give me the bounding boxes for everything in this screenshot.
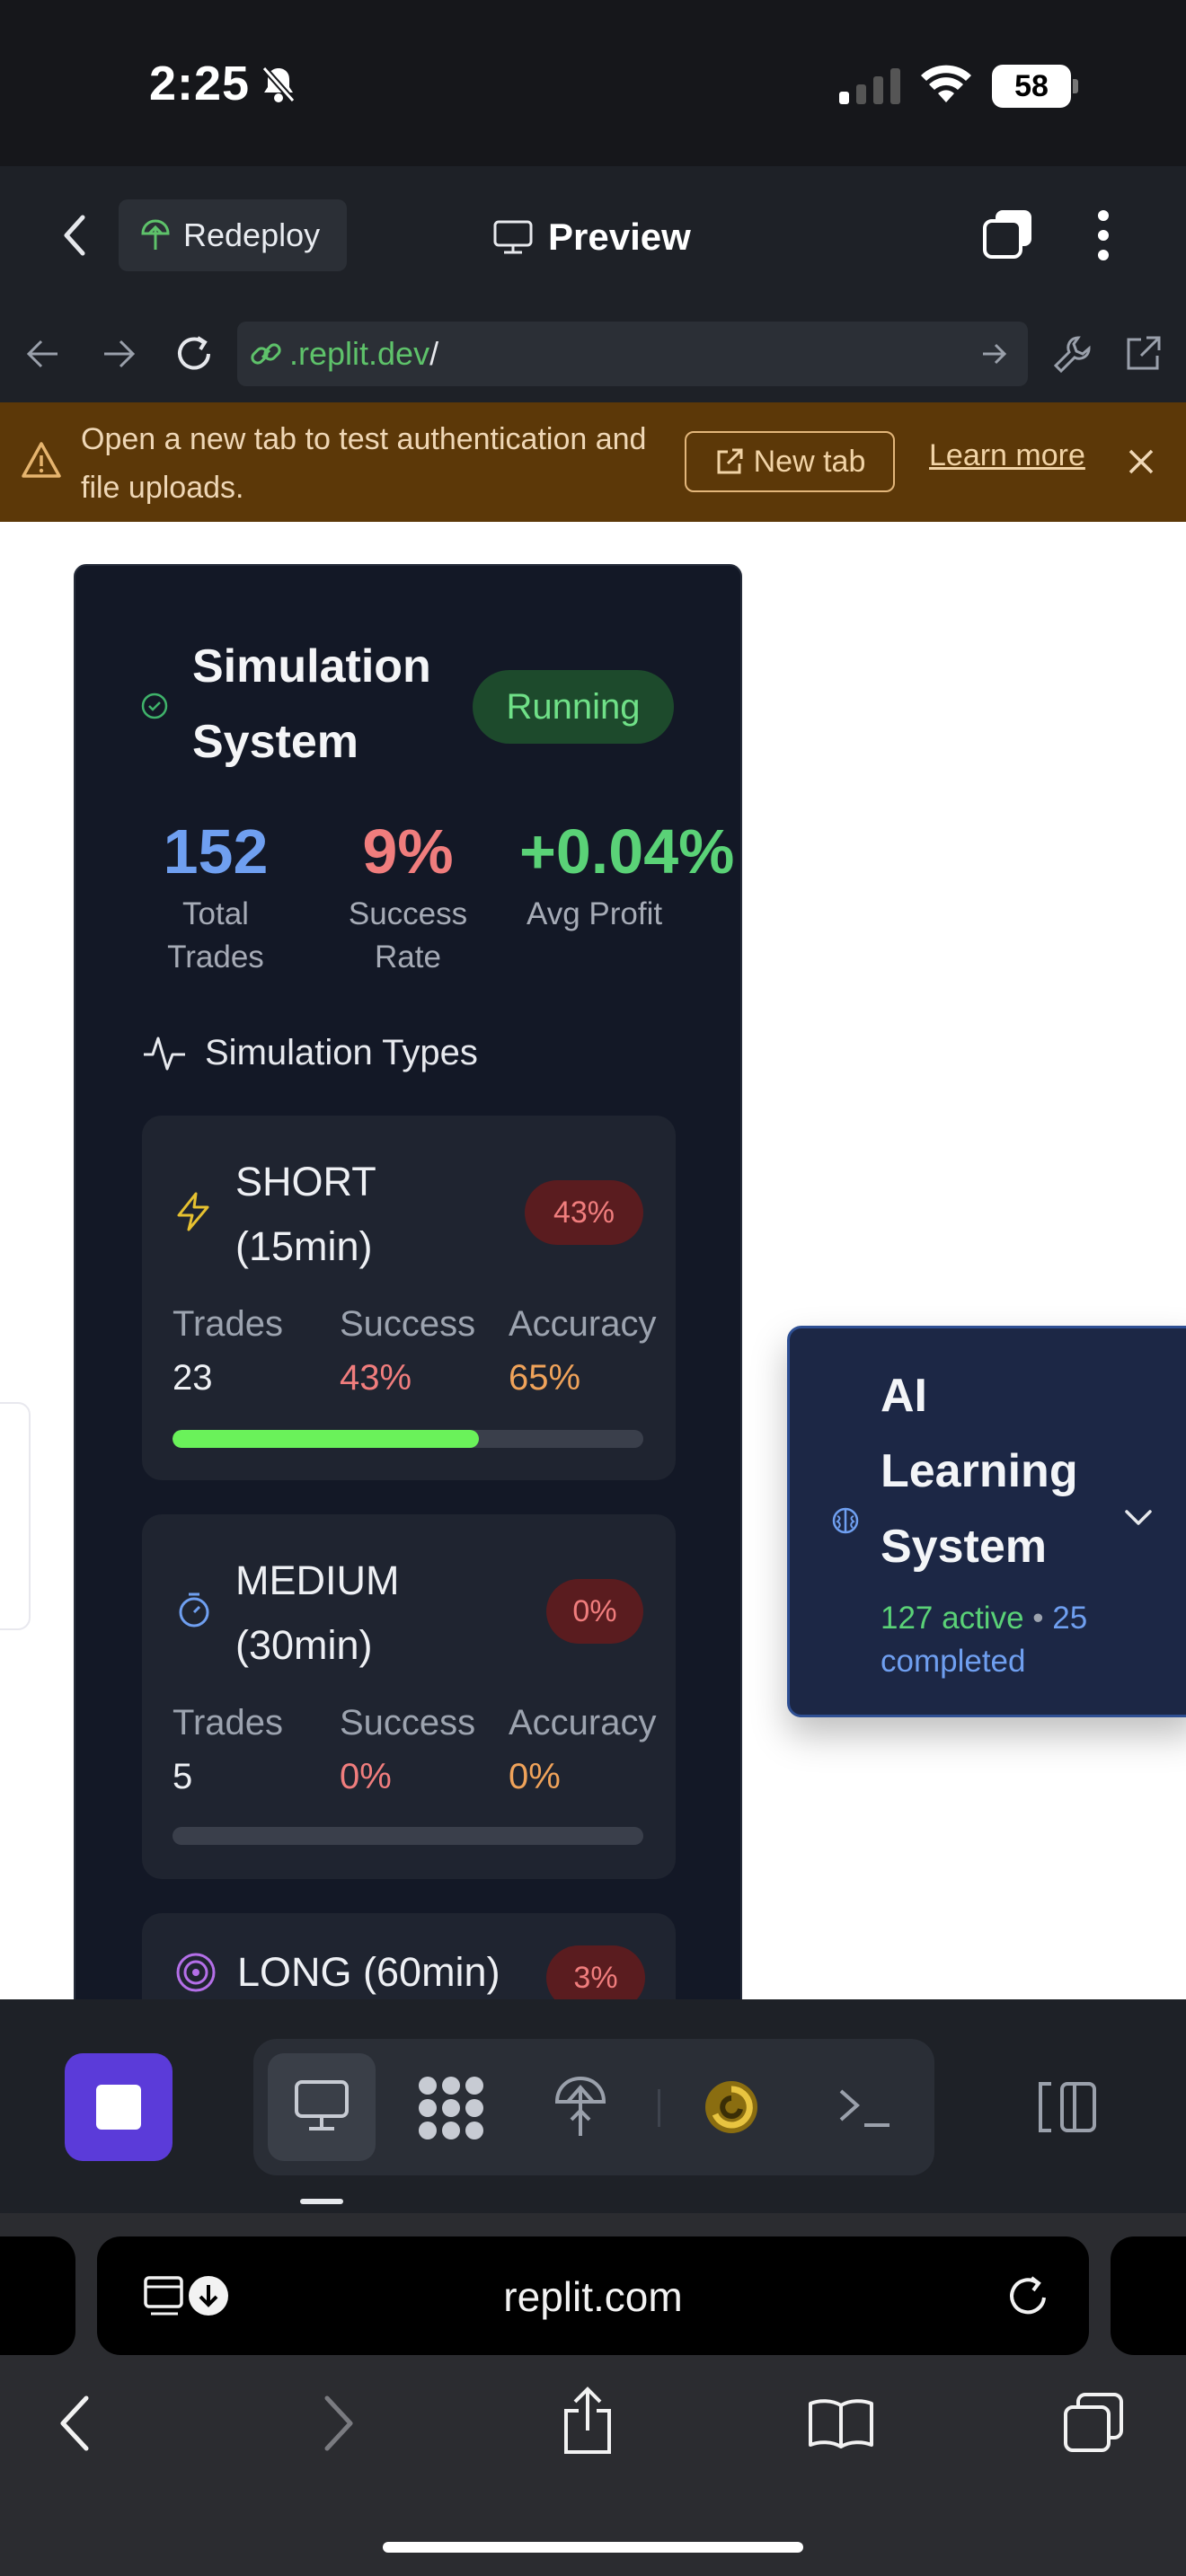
bookmarks-icon[interactable]: [807, 2396, 875, 2450]
check-circle-icon: [140, 692, 169, 720]
divider: [658, 2089, 660, 2127]
activity-icon: [142, 1033, 187, 1074]
stop-button[interactable]: [65, 2053, 173, 2161]
stat-value: 152: [163, 816, 269, 887]
offscreen-card-edge: [0, 1402, 31, 1630]
stopwatch-icon: [176, 1590, 212, 1629]
learn-more-link[interactable]: Learn more: [929, 438, 1085, 473]
url-path: /: [429, 335, 439, 372]
terminal-icon[interactable]: [836, 2084, 893, 2134]
battery-icon: 58: [992, 65, 1078, 108]
stat-label: Success Rate: [348, 896, 468, 975]
deploy-icon[interactable]: [552, 2075, 609, 2139]
banner-message: Open a new tab to test authentication an…: [81, 422, 647, 505]
success-value: 43%: [340, 1358, 412, 1398]
stat-value: +0.04%: [519, 816, 735, 887]
new-tab-label: New tab: [753, 444, 866, 479]
lightning-icon: [174, 1191, 212, 1232]
monitor-icon: [293, 2078, 350, 2134]
next-tab-peek: [1111, 2236, 1186, 2355]
safari-back-icon[interactable]: [58, 2395, 93, 2452]
home-indicator: [383, 2542, 803, 2553]
trades-value: 5: [173, 1757, 193, 1796]
prev-tab-peek: [0, 2236, 75, 2355]
stat-success-rate: 9% Success Rate: [327, 816, 489, 979]
close-banner-icon[interactable]: [1127, 447, 1155, 476]
accuracy-value: 65%: [509, 1358, 581, 1398]
target-icon: [174, 1951, 217, 1994]
progress-bar: [173, 1827, 643, 1845]
stat-total-trades: 152 Total Trades: [135, 816, 296, 979]
link-icon: [248, 336, 284, 372]
back-icon[interactable]: [58, 212, 93, 259]
type-name: LONG (60min): [237, 1949, 500, 1995]
success-value: 0%: [340, 1757, 392, 1796]
agent-icon[interactable]: [703, 2078, 760, 2136]
apps-grid-icon[interactable]: [415, 2075, 487, 2141]
wifi-icon: [920, 65, 972, 104]
share-icon[interactable]: [559, 2386, 616, 2457]
progress-fill: [173, 1430, 479, 1448]
accuracy-label: Accuracy: [509, 1703, 657, 1742]
deploy-icon: [140, 219, 171, 251]
open-external-icon[interactable]: [1121, 332, 1164, 375]
more-options-icon[interactable]: [1094, 208, 1112, 262]
chevron-down-icon[interactable]: [1123, 1507, 1154, 1529]
stop-icon: [96, 2085, 141, 2130]
signal-icon: [839, 68, 902, 104]
safari-forward-icon[interactable]: [320, 2395, 356, 2452]
monitor-icon: [492, 219, 534, 255]
warning-icon: [20, 440, 63, 480]
simulation-title: Simulation System: [192, 640, 431, 768]
active-count: 127 active: [881, 1601, 1024, 1636]
status-time: 2:25: [149, 57, 251, 110]
status-badge: Running: [473, 670, 674, 744]
tabs-overview-icon[interactable]: [1062, 2391, 1127, 2456]
accuracy-value: 0%: [509, 1757, 561, 1796]
bell-muted-icon: [261, 65, 296, 104]
stat-avg-profit: +0.04% Avg Profit: [519, 816, 771, 936]
trades-value: 23: [173, 1358, 213, 1398]
active-tab-indicator: [300, 2199, 343, 2204]
preview-label: Preview: [548, 216, 691, 258]
tabs-icon[interactable]: [979, 207, 1037, 264]
progress-bar: [173, 1430, 643, 1448]
accuracy-label: Accuracy: [509, 1304, 657, 1344]
trades-label: Trades: [173, 1304, 284, 1344]
nav-forward-icon[interactable]: [101, 338, 137, 370]
external-link-icon: [714, 446, 745, 477]
brain-icon: [830, 1505, 861, 1536]
separator: •: [1032, 1601, 1044, 1636]
preview-tab[interactable]: Preview: [492, 208, 691, 266]
safari-address-text: replit.com: [503, 2273, 683, 2320]
ai-learning-stats: 127 active • 25 completed: [881, 1597, 1141, 1683]
type-name: SHORT (15min): [235, 1159, 376, 1269]
long-card-clip: LONG (60min) 3%: [142, 1913, 676, 1999]
go-arrow-icon[interactable]: [981, 342, 1008, 366]
url-input[interactable]: .replit.dev /: [237, 322, 1028, 386]
success-label: Success: [340, 1304, 476, 1344]
reload-icon[interactable]: [1005, 2272, 1051, 2319]
redeploy-label: Redeploy: [183, 216, 321, 253]
ai-learning-title: AI Learning System: [881, 1370, 1078, 1573]
redeploy-button[interactable]: Redeploy: [119, 199, 347, 271]
wrench-icon[interactable]: [1051, 332, 1094, 375]
reload-icon[interactable]: [173, 332, 216, 375]
battery-level: 58: [992, 65, 1071, 108]
new-tab-button[interactable]: New tab: [685, 431, 895, 492]
nav-back-icon[interactable]: [25, 338, 61, 370]
success-label: Success: [340, 1703, 476, 1742]
type-badge: 43%: [525, 1180, 643, 1245]
stat-value: 9%: [362, 816, 454, 887]
stat-label: Avg Profit: [527, 896, 663, 931]
section-title: Simulation Types: [205, 1033, 478, 1072]
type-badge: 0%: [546, 1579, 643, 1644]
stat-label: Total Trades: [167, 896, 264, 975]
trades-label: Trades: [173, 1703, 284, 1742]
split-view-icon[interactable]: [1035, 2078, 1100, 2136]
type-badge: 3%: [546, 1945, 645, 1999]
type-name: MEDIUM (30min): [235, 1557, 400, 1668]
url-host: .replit.dev: [289, 335, 430, 372]
